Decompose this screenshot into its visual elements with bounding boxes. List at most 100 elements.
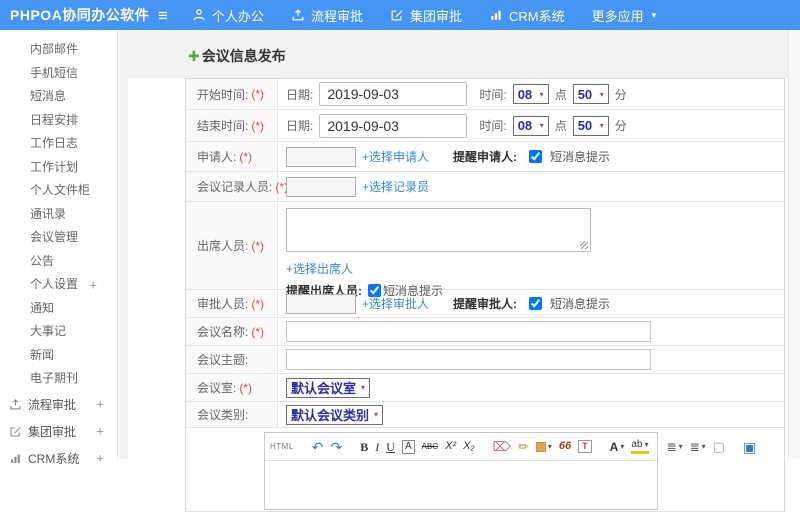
field-label: 会议类别: xyxy=(197,406,248,423)
end-hour-select[interactable]: 08▾ xyxy=(513,116,549,136)
remove-format-icon[interactable]: ⌦ xyxy=(493,440,511,453)
sidebar-section-process-approval[interactable]: 流程审批 + xyxy=(0,391,117,418)
start-date-input[interactable] xyxy=(319,82,467,106)
sidebar-item-schedule[interactable]: 日程安排 xyxy=(0,109,117,133)
nav-more-apps[interactable]: 更多应用 ▾ xyxy=(592,6,657,25)
sidebar-section-group-approval[interactable]: 集团审批 + xyxy=(0,418,117,445)
caret-down-icon: ▾ xyxy=(702,443,706,451)
fullscreen-button[interactable]: ▣ xyxy=(743,440,756,454)
sidebar-item-news[interactable]: 新闻 xyxy=(0,344,117,368)
expand-icon[interactable]: + xyxy=(96,451,104,466)
meeting-name-input[interactable] xyxy=(286,321,651,342)
sidebar-scroll-gutter[interactable] xyxy=(119,30,128,459)
end-minute-select[interactable]: 50▾ xyxy=(573,116,609,136)
app-logo[interactable]: PHPOA协同办公软件 xyxy=(0,5,158,25)
sidebar-item-short-message[interactable]: 短消息 xyxy=(0,85,117,109)
applicant-input[interactable] xyxy=(286,147,356,167)
undo-icon[interactable]: ↶ xyxy=(312,440,324,454)
font-color-button[interactable]: A▾ xyxy=(610,441,625,453)
sidebar-item-contacts[interactable]: 通讯录 xyxy=(0,203,117,227)
minute-value: 50 xyxy=(578,87,592,102)
edit-icon xyxy=(9,425,22,438)
editor-toolbar: HTML ↶ ↷ B I U A ABC X² X₂ ⌦ ✏ ▾ 66 xyxy=(265,433,657,461)
meeting-room-select[interactable]: 默认会议室▾ xyxy=(286,378,370,398)
redo-icon[interactable]: ↷ xyxy=(331,440,343,454)
list-glyph: ≣ xyxy=(690,441,700,453)
sidebar-item-label: 会议管理 xyxy=(30,230,78,244)
choose-recorder-link[interactable]: +选择记录员 xyxy=(362,178,429,195)
strikethrough-button[interactable]: ABC xyxy=(422,443,438,451)
sidebar-item-label: 新闻 xyxy=(30,348,54,362)
sidebar-item-e-journal[interactable]: 电子期刊 xyxy=(0,367,117,391)
recorder-input[interactable] xyxy=(286,177,356,197)
sidebar-item-mobile-sms[interactable]: 手机短信 xyxy=(0,62,117,86)
color-picker-button[interactable]: ▾ xyxy=(536,442,552,452)
nav-personal-office[interactable]: 个人办公 xyxy=(192,6,264,25)
approver-sms-checkbox[interactable] xyxy=(529,297,542,310)
start-minute-select[interactable]: 50▾ xyxy=(573,84,609,104)
expand-icon[interactable]: + xyxy=(89,273,97,297)
font-style-button[interactable]: A xyxy=(402,440,415,454)
italic-button[interactable]: I xyxy=(375,441,379,453)
approver-input[interactable] xyxy=(286,294,356,314)
sidebar-item-work-log[interactable]: 工作日志 xyxy=(0,132,117,156)
sidebar-section-label: 流程审批 xyxy=(28,396,76,413)
unordered-list-button[interactable]: ≣▾ xyxy=(690,441,706,453)
applicant-sms-checkbox[interactable] xyxy=(529,150,542,163)
attendees-textarea[interactable] xyxy=(286,208,591,252)
minute-unit: 分 xyxy=(615,86,627,103)
form-row-meeting-name: 会议名称:(*) xyxy=(186,318,784,346)
nav-group-approval[interactable]: 集团审批 xyxy=(390,6,462,25)
sidebar-item-personal-settings[interactable]: 个人设置+ xyxy=(0,273,117,297)
field-label: 会议记录人员: xyxy=(197,178,272,195)
list-glyph: ≣ xyxy=(667,441,677,453)
bold-button[interactable]: B xyxy=(360,441,368,453)
meeting-category-select[interactable]: 默认会议类别▾ xyxy=(286,405,383,425)
sidebar-item-meeting-mgmt[interactable]: 会议管理 xyxy=(0,226,117,250)
form-row-recorder: 会议记录人员:(*) +选择记录员 xyxy=(186,172,784,202)
menu-toggle-icon[interactable]: ≡ xyxy=(158,7,168,24)
caret-down-icon: ▾ xyxy=(548,443,552,451)
remind-label: 提醒申请人: xyxy=(453,148,517,165)
expand-icon[interactable]: + xyxy=(96,397,104,412)
subscript-button[interactable]: X₂ xyxy=(463,441,475,452)
form-row-editor: HTML ↶ ↷ B I U A ABC X² X₂ ⌦ ✏ ▾ 66 xyxy=(186,428,784,512)
sidebar-item-internal-mail[interactable]: 内部邮件 xyxy=(0,38,117,62)
chart-icon xyxy=(9,452,22,465)
end-date-input[interactable] xyxy=(319,114,467,138)
sidebar-item-file-cabinet[interactable]: 个人文件柜 xyxy=(0,179,117,203)
sidebar-item-events[interactable]: 大事记 xyxy=(0,320,117,344)
choose-applicant-link[interactable]: +选择申请人 xyxy=(362,148,429,165)
blockquote-button[interactable]: 66 xyxy=(559,441,571,452)
html-source-button[interactable]: HTML xyxy=(270,443,294,451)
sidebar-section-crm[interactable]: CRM系统 + xyxy=(0,445,117,472)
sidebar-item-label: 电子期刊 xyxy=(30,371,78,385)
ordered-list-button[interactable]: ≣▾ xyxy=(667,441,683,453)
page-title-text: 会议信息发布 xyxy=(202,46,286,66)
date-insert-button[interactable]: T xyxy=(578,440,592,453)
underline-button[interactable]: U xyxy=(386,441,395,453)
meeting-subject-input[interactable] xyxy=(286,349,651,370)
nav-crm-system[interactable]: CRM系统 xyxy=(489,6,565,25)
sidebar-item-work-plan[interactable]: 工作计划 xyxy=(0,156,117,180)
superscript-button[interactable]: X² xyxy=(445,441,456,452)
choose-attendees-link[interactable]: +选择出席人 xyxy=(286,260,353,277)
nav-process-approval[interactable]: 流程审批 xyxy=(291,6,363,25)
field-label: 审批人员: xyxy=(197,295,248,312)
sidebar-item-notice[interactable]: 通知 xyxy=(0,297,117,321)
sidebar-item-label: 工作计划 xyxy=(30,160,78,174)
new-page-button[interactable]: ▢ xyxy=(713,440,725,453)
form-row-end-time: 结束时间:(*) 日期: 时间: 08▾ 点 50▾ 分 xyxy=(186,110,784,142)
main-scrollbar[interactable] xyxy=(788,30,800,459)
select-caret-icon: ▾ xyxy=(374,410,378,419)
field-label: 申请人: xyxy=(197,148,236,165)
required-mark: (*) xyxy=(251,297,264,311)
process-icon xyxy=(9,398,22,411)
sidebar-item-announcement[interactable]: 公告 xyxy=(0,250,117,274)
highlight-button[interactable]: ab▾ xyxy=(631,440,648,454)
choose-approver-link[interactable]: +选择审批人 xyxy=(362,295,429,312)
start-hour-select[interactable]: 08▾ xyxy=(513,84,549,104)
format-painter-icon[interactable]: ✏ xyxy=(518,440,529,453)
expand-icon[interactable]: + xyxy=(96,424,104,439)
sidebar-section-label: 集团审批 xyxy=(28,423,76,440)
